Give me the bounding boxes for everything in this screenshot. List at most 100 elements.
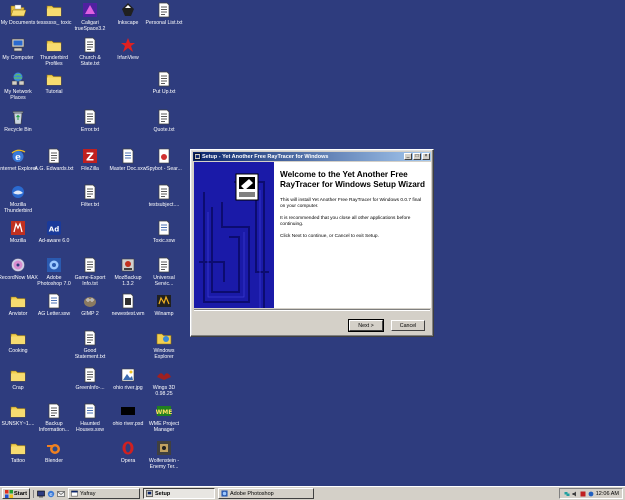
folder-icon xyxy=(10,367,26,383)
recycle-bin-icon xyxy=(10,109,26,125)
desktop-icon[interactable]: Wolfenstein - Enemy Ter... xyxy=(144,440,184,470)
desktop-icon[interactable]: Mozilla xyxy=(0,220,38,244)
wizard-heading: Welcome to the Yet Another Free RayTrace… xyxy=(280,170,425,189)
desktop-icon[interactable]: Anvistor xyxy=(0,293,38,317)
app-tray-icon[interactable] xyxy=(588,491,594,497)
desktop-icon[interactable]: Master Doc.sxw xyxy=(108,148,148,172)
desktop-icon[interactable]: Tattoo xyxy=(0,440,38,464)
folder-icon xyxy=(10,330,26,346)
desktop-icon[interactable]: Inkscape xyxy=(108,2,148,26)
desktop-icon[interactable]: SUNSKY~1.... xyxy=(0,403,38,427)
desktop-icon[interactable]: WME WME Project Manager xyxy=(144,403,184,433)
desktop-icon[interactable]: Haunted Houses.sxw xyxy=(70,403,110,433)
desktop-icon[interactable]: Good Statement.txt xyxy=(70,330,110,360)
folder-icon xyxy=(46,71,62,87)
desktop-icon-label: WME Project Manager xyxy=(148,421,180,434)
desktop-icon[interactable]: GIMP 2 xyxy=(70,293,110,317)
desktop-icon-label: newestest.wm xyxy=(111,311,145,317)
desktop-icon-label: testsubject.... xyxy=(148,202,180,208)
desktop-icon[interactable]: My Computer xyxy=(0,37,38,61)
wizard-paragraph-1: This will install Yet Another Free RayTr… xyxy=(280,198,422,209)
desktop-icon[interactable]: My Network Places xyxy=(0,71,38,101)
outlook-quick-launch-icon[interactable] xyxy=(57,490,65,498)
task-yafray[interactable]: Yafray xyxy=(68,488,140,499)
desktop-icon[interactable]: testsubject.... xyxy=(144,184,184,208)
desktop-icon[interactable]: Personal List.txt xyxy=(144,2,184,26)
task-adobe-photoshop[interactable]: Adobe Photoshop xyxy=(218,488,314,499)
desktop-icon[interactable]: Tutorial xyxy=(34,71,74,95)
next-button[interactable]: Next > xyxy=(348,319,384,332)
cd-icon xyxy=(10,257,26,273)
desktop-icon[interactable]: Backup Information... xyxy=(34,403,74,433)
folder-icon xyxy=(46,37,62,53)
wm-file-icon xyxy=(120,293,136,309)
desktop-icon[interactable]: Mozilla Thunderbird xyxy=(0,184,38,214)
desktop-icon[interactable]: Z FileZilla xyxy=(70,148,110,172)
desktop-icon-label: FileZilla xyxy=(81,166,99,172)
wings3d-icon xyxy=(156,367,172,383)
desktop-icon[interactable]: RecordNow MAX xyxy=(0,257,38,281)
desktop-icon[interactable]: e Internet Explorer xyxy=(0,148,38,172)
clock[interactable]: 12:06 AM xyxy=(596,491,619,497)
image-file-icon xyxy=(120,367,136,383)
desktop-icon[interactable]: Crap xyxy=(0,367,38,391)
task-setup[interactable]: Setup xyxy=(143,488,215,499)
desktop-icon-label: GreenInfo-... xyxy=(75,385,105,391)
desktop-icon[interactable]: newestest.wm xyxy=(108,293,148,317)
desktop-icon[interactable]: tessssss_ toxic xyxy=(34,2,74,26)
desktop-icon[interactable]: ohio river.psd xyxy=(108,403,148,427)
text-file-icon xyxy=(82,367,98,383)
desktop-icon[interactable]: Game-Export Info.txt xyxy=(70,257,110,287)
desktop-icon[interactable]: A.G. Edwards.txt xyxy=(34,148,74,172)
desktop-icon[interactable]: Error.txt xyxy=(70,109,110,133)
window-titlebar[interactable]: Setup - Yet Another Free RayTracer for W… xyxy=(193,152,431,161)
desktop-icon[interactable]: Spybot - Sear... xyxy=(144,148,184,172)
cancel-button[interactable]: Cancel xyxy=(391,320,425,331)
text-file-icon xyxy=(156,109,172,125)
desktop-icon[interactable]: Filter.txt xyxy=(70,184,110,208)
writer-doc-icon xyxy=(156,220,172,236)
desktop-icon[interactable]: Windows Explorer xyxy=(144,330,184,360)
desktop-icon-label: Quote.txt xyxy=(153,127,175,133)
desktop-icon-label: ohio river.jpg xyxy=(113,385,143,391)
desktop-icon-label: Windows Explorer xyxy=(153,348,175,361)
thunderbird-icon xyxy=(10,184,26,200)
start-button[interactable]: Start xyxy=(2,488,30,499)
desktop-icon[interactable]: MozBackup 1.3.2 xyxy=(108,257,148,287)
desktop-icon-label: Filter.txt xyxy=(80,202,100,208)
desktop-icon[interactable]: Blender xyxy=(34,440,74,464)
desktop-icon[interactable]: Wings 3D 0.98.25 xyxy=(144,367,184,397)
maximize-button[interactable]: □ xyxy=(413,153,421,160)
desktop-icon[interactable]: Quote.txt xyxy=(144,109,184,133)
desktop-icon[interactable]: Thunderbird Profiles xyxy=(34,37,74,67)
desktop-icon[interactable]: Toxic.sxw xyxy=(144,220,184,244)
desktop-icon-label: Master Doc.sxw xyxy=(109,166,147,172)
network-tray-icon[interactable] xyxy=(564,491,570,497)
desktop-icon[interactable]: Church & State.txt xyxy=(70,37,110,67)
setup-window[interactable]: Setup - Yet Another Free RayTracer for W… xyxy=(190,149,434,337)
desktop-icon-label: My Computer xyxy=(2,55,34,61)
desktop-icon[interactable]: Caligari trueSpace3.2 xyxy=(70,2,110,32)
desktop-icon[interactable]: AG Letter.sxw xyxy=(34,293,74,317)
writer-doc-icon xyxy=(120,148,136,164)
desktop-icon[interactable]: Recycle Bin xyxy=(0,109,38,133)
desktop-icon[interactable]: GreenInfo-... xyxy=(70,367,110,391)
ie-icon: e xyxy=(10,148,26,164)
desktop-icon[interactable]: My Documents xyxy=(0,2,38,26)
ie-quick-launch-icon[interactable]: e xyxy=(47,490,55,498)
desktop-icon[interactable]: Opera xyxy=(108,440,148,464)
desktop-icon[interactable]: ohio river.jpg xyxy=(108,367,148,391)
antivirus-tray-icon[interactable] xyxy=(580,491,586,497)
show-desktop-icon[interactable] xyxy=(37,490,45,498)
close-button[interactable]: × xyxy=(422,153,430,160)
desktop-icon[interactable]: Ad Ad-aware 6.0 xyxy=(34,220,74,244)
minimize-button[interactable]: _ xyxy=(404,153,412,160)
desktop-icon[interactable]: Universal Servic... xyxy=(144,257,184,287)
desktop-icon[interactable]: Put Up.txt xyxy=(144,71,184,95)
desktop-icon[interactable]: Cooking xyxy=(0,330,38,354)
desktop-icon[interactable]: Winamp xyxy=(144,293,184,317)
desktop-icon[interactable]: Adobe Photoshop 7.0 xyxy=(34,257,74,287)
volume-tray-icon[interactable] xyxy=(572,491,578,497)
desktop-icon[interactable]: IrfanView xyxy=(108,37,148,61)
mozbackup-icon xyxy=(120,257,136,273)
